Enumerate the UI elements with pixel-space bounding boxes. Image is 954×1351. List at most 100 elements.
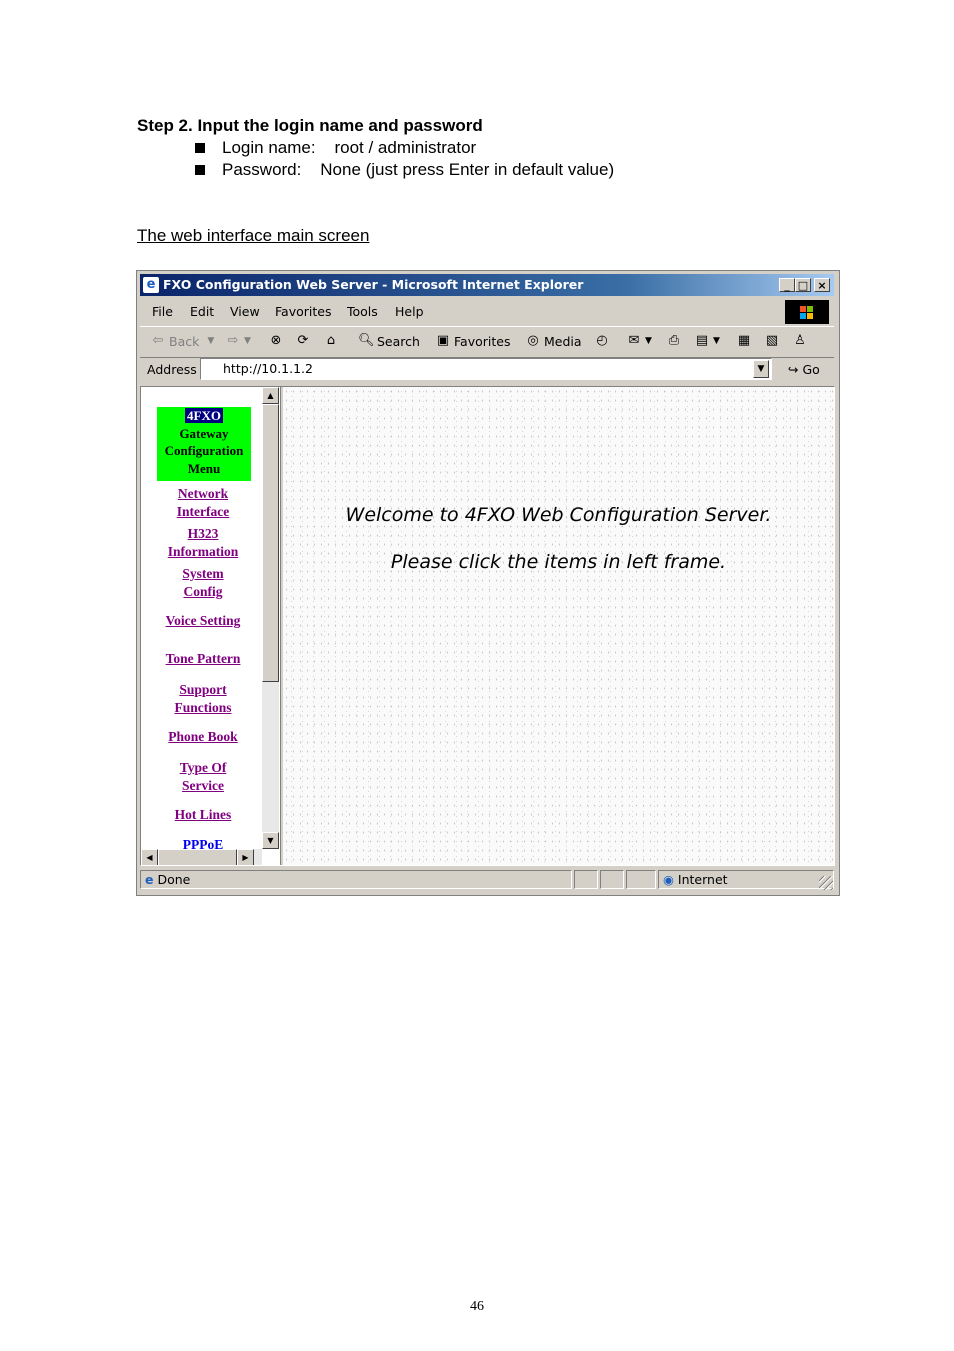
nav-link-tone-pattern[interactable]: Tone Pattern <box>141 650 265 668</box>
edit-button[interactable]: ▤ ▼ <box>694 333 720 349</box>
window-title-page: FXO Configuration Web Server <box>163 277 378 292</box>
minimize-button[interactable]: _ <box>779 278 795 292</box>
page-number: 46 <box>470 1299 484 1314</box>
go-arrow-icon: ↪ <box>788 362 799 377</box>
status-text: Done <box>157 872 191 887</box>
scroll-left-arrow-icon[interactable]: ◀ <box>141 849 158 865</box>
main-frame: Welcome to 4FXO Web Configuration Server… <box>283 387 834 865</box>
back-arrow-icon: ⇦ <box>152 333 164 348</box>
window-title-app: - Microsoft Internet Explorer <box>377 277 584 292</box>
go-button[interactable]: ↪ Go <box>788 362 820 377</box>
research-button[interactable]: ▧ <box>764 333 783 349</box>
status-blank-cell <box>626 870 656 889</box>
password-text: Password: None (just press Enter in defa… <box>222 160 615 179</box>
menu-view[interactable]: View <box>230 304 260 319</box>
menu-edit[interactable]: Edit <box>190 304 214 319</box>
left-frame-vertical-scrollbar[interactable]: ▲ ▼ <box>262 387 279 849</box>
nav-link-text: Type Of <box>179 760 227 775</box>
history-icon: ◴ <box>596 333 608 348</box>
nav-link-text: Hot Lines <box>174 807 232 822</box>
scroll-up-arrow-icon[interactable]: ▲ <box>262 387 279 404</box>
status-bar: e Done ◉ Internet <box>140 869 834 891</box>
bullet-square-icon <box>195 165 205 175</box>
menu-title-line: Menu <box>187 460 221 476</box>
forward-button[interactable]: ⇨ ▼ <box>225 333 251 349</box>
page-done-icon: e <box>145 872 154 887</box>
address-box: ▼ <box>200 358 772 380</box>
home-button[interactable]: ⌂ <box>323 333 342 349</box>
search-button[interactable]: 🔍︎ Search <box>358 333 420 349</box>
ie-logo-icon: e <box>143 277 159 293</box>
status-progress-cell <box>574 870 598 889</box>
nav-link-phone-book[interactable]: Phone Book <box>141 728 265 746</box>
back-label: Back <box>169 333 200 349</box>
refresh-icon: ⟳ <box>297 333 309 348</box>
media-button[interactable]: ◎ Media <box>525 333 581 349</box>
history-button[interactable]: ◴ <box>594 333 613 349</box>
nav-link-text: Information <box>167 543 239 559</box>
windows-logo-icon <box>785 300 829 324</box>
search-label: Search <box>377 333 420 349</box>
title-bar: e FXO Configuration Web Server - Microso… <box>140 274 834 296</box>
nav-link-network-interface[interactable]: Network Interface <box>141 485 265 520</box>
favorites-folder-icon: ▣ <box>436 333 450 348</box>
nav-link-text: Interface <box>176 503 230 519</box>
menu-title-line: Gateway <box>179 425 229 441</box>
messenger-button[interactable]: ♙ <box>792 333 811 349</box>
left-frame: 4FXO Gateway Configuration Menu Network I… <box>141 387 281 865</box>
nav-link-text: Config <box>183 583 223 599</box>
standard-toolbar: ⇦ Back ▼ ⇨ ▼ ⊗ ⟳ ⌂ 🔍︎ Search ▣ Favorites ◎ Med… <box>140 326 834 358</box>
close-button[interactable]: × <box>814 278 830 292</box>
research-icon: ▧ <box>765 333 779 348</box>
nav-link-voice-setting[interactable]: Voice Setting <box>141 612 265 630</box>
zone-text: Internet <box>677 872 728 887</box>
stop-button[interactable]: ⊗ <box>268 333 287 349</box>
page-content: 4FXO Gateway Configuration Menu Network I… <box>140 386 835 866</box>
left-frame-horizontal-scrollbar[interactable]: ◀ ▶ <box>141 849 262 865</box>
nav-link-system-config[interactable]: System Config <box>141 565 265 600</box>
maximize-button[interactable]: □ <box>795 278 811 292</box>
globe-icon: ◉ <box>663 872 674 887</box>
scroll-right-arrow-icon[interactable]: ▶ <box>237 849 254 865</box>
nav-link-support-functions[interactable]: Support Functions <box>141 681 265 716</box>
resize-grip-icon[interactable] <box>819 876 833 890</box>
nav-link-text: Service <box>182 777 224 793</box>
favorites-button[interactable]: ▣ Favorites <box>435 333 511 349</box>
menu-title-line: 4FXO <box>185 408 223 423</box>
vertical-scroll-thumb[interactable] <box>262 404 279 682</box>
nav-link-hot-lines[interactable]: Hot Lines <box>141 806 265 824</box>
menu-help[interactable]: Help <box>395 304 424 319</box>
list-item: Password: None (just press Enter in defa… <box>195 159 614 181</box>
refresh-button[interactable]: ⟳ <box>295 333 314 349</box>
menu-title-box: 4FXO Gateway Configuration Menu <box>157 407 251 481</box>
back-button[interactable]: ⇦ Back ▼ <box>150 333 215 349</box>
messenger-icon: ♙ <box>794 333 806 348</box>
scroll-down-arrow-icon[interactable]: ▼ <box>262 832 279 849</box>
menu-file[interactable]: File <box>152 304 173 319</box>
window-title: FXO Configuration Web Server - Microsoft… <box>163 277 583 292</box>
home-icon: ⌂ <box>326 333 336 348</box>
menu-tools[interactable]: Tools <box>347 304 378 319</box>
nav-link-text: H323 <box>187 526 219 541</box>
menu-favorites[interactable]: Favorites <box>275 304 331 319</box>
nav-link-type-of-service[interactable]: Type Of Service <box>141 759 265 794</box>
print-button[interactable]: ⎙ <box>666 333 685 349</box>
address-bar: Address ▼ ↪ Go <box>140 357 834 385</box>
nav-link-text: Tone Pattern <box>165 651 241 666</box>
stop-icon: ⊗ <box>270 333 282 348</box>
go-label: Go <box>802 362 820 377</box>
list-item: Login name: root / administrator <box>195 137 614 159</box>
nav-link-h323-information[interactable]: H323 Information <box>141 525 265 560</box>
nav-link-text: Voice Setting <box>165 613 241 628</box>
nav-link-text: System <box>182 566 224 581</box>
discuss-button[interactable]: ▦ <box>736 333 755 349</box>
welcome-message: Welcome to 4FXO Web Configuration Server… <box>345 504 772 526</box>
media-icon: ◎ <box>527 333 539 348</box>
mail-button[interactable]: ✉ ▼ <box>626 333 652 349</box>
screenshot-caption: The web interface main screen <box>137 226 370 245</box>
address-input[interactable] <box>223 361 723 376</box>
status-lock-cell <box>600 870 624 889</box>
horizontal-scroll-thumb[interactable] <box>158 849 237 865</box>
menu-bar: File Edit View Favorites Tools Help <box>140 298 834 324</box>
address-dropdown-button[interactable]: ▼ <box>753 360 769 378</box>
